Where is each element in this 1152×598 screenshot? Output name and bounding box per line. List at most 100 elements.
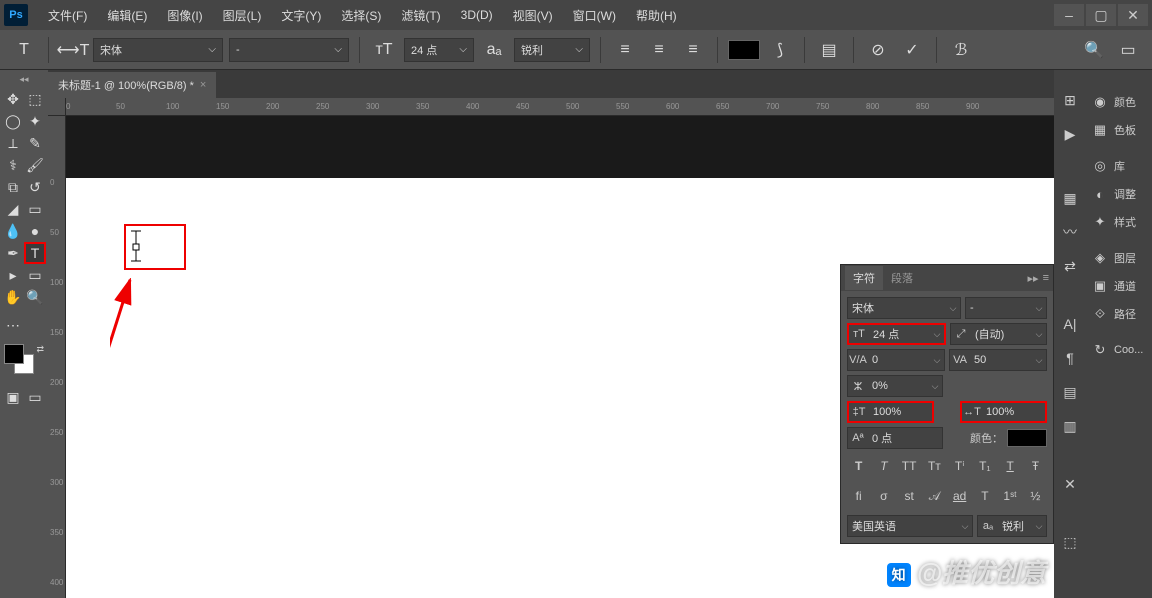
path-select-tool[interactable]: ▸ (2, 264, 24, 286)
blur-tool[interactable]: 💧 (2, 220, 24, 242)
cp-antialias[interactable]: aₐ锐利⌵ (977, 515, 1047, 537)
tool-preset-icon[interactable]: T (10, 36, 38, 64)
underline-button[interactable]: T (1001, 457, 1019, 475)
menu-view[interactable]: 视图(V) (503, 7, 563, 24)
antialias-dropdown[interactable]: 锐利 (514, 38, 590, 62)
align-left-icon[interactable]: ≡ (611, 36, 639, 64)
canvas[interactable]: 字符 段落 ▸▸ ≡ 宋体⌵ -⌵ тT24 点⌵ ⤢(自动)⌵ (66, 116, 1054, 598)
menu-layer[interactable]: 图层(L) (213, 7, 272, 24)
cp-font-family[interactable]: 宋体⌵ (847, 297, 961, 319)
edit-toolbar-icon[interactable]: ⋯ (2, 314, 24, 336)
brush-tool[interactable]: 🖌 (24, 154, 46, 176)
minimize-button[interactable]: – (1054, 4, 1084, 26)
paragraph-tab[interactable]: 段落 (883, 266, 921, 290)
play-icon[interactable]: ▶ (1058, 122, 1082, 146)
close-tab-icon[interactable]: × (200, 79, 206, 91)
quickmask-icon[interactable]: ▣ (2, 386, 24, 408)
panel-paths[interactable]: ⟐路径 (1086, 300, 1152, 328)
panel-adjustments[interactable]: ◐调整 (1086, 180, 1152, 208)
cp-vertical-scale[interactable]: ‡T100% (847, 401, 934, 423)
cp-leading[interactable]: ⤢(自动)⌵ (950, 323, 1047, 345)
maximize-button[interactable]: ▢ (1086, 4, 1116, 26)
pen-tool[interactable]: ✒ (2, 242, 24, 264)
smallcaps-button[interactable]: Tᴛ (925, 457, 943, 475)
text-color-swatch[interactable] (728, 40, 760, 60)
cancel-icon[interactable]: ⊘ (864, 36, 892, 64)
workspace-icon[interactable]: ▭ (1114, 36, 1142, 64)
panel-color[interactable]: ◉颜色 (1086, 88, 1152, 116)
panel-library[interactable]: ◎库 (1086, 152, 1152, 180)
cp-horizontal-scale[interactable]: ↔T100% (960, 401, 1047, 423)
dock-icon-4[interactable]: ▤ (1058, 380, 1082, 404)
character-tab[interactable]: 字符 (845, 266, 883, 290)
font-family-dropdown[interactable]: 宋体 (93, 38, 223, 62)
align-center-icon[interactable]: ≡ (645, 36, 673, 64)
menu-edit[interactable]: 编辑(E) (97, 7, 157, 24)
healing-tool[interactable]: ⚕ (2, 154, 24, 176)
titling-button[interactable]: ad (951, 487, 969, 505)
swash-button[interactable]: 𝒜 (925, 487, 943, 505)
font-size-dropdown[interactable]: 24 点 (404, 38, 474, 62)
cp-font-size[interactable]: тT24 点⌵ (847, 323, 946, 345)
align-right-icon[interactable]: ≡ (679, 36, 707, 64)
fractions-button[interactable]: ½ (1026, 487, 1044, 505)
cp-kerning[interactable]: V/A0⌵ (847, 349, 945, 371)
color-swatches[interactable]: ⇄ (2, 344, 46, 380)
quick-select-tool[interactable]: ✦ (24, 110, 46, 132)
oldstyle-1st-button[interactable]: 1ˢᵗ (1001, 487, 1019, 505)
menu-file[interactable]: 文件(F) (38, 7, 97, 24)
crop-tool[interactable]: ⟂ (2, 132, 24, 154)
clone-tool[interactable]: ⧉ (2, 176, 24, 198)
navigator-icon[interactable]: ⊞ (1058, 88, 1082, 112)
character-dock-icon[interactable]: A| (1058, 312, 1082, 336)
ligature-fi-button[interactable]: fi (850, 487, 868, 505)
dock-3d-icon[interactable]: ⬚ (1058, 530, 1082, 554)
menu-3d[interactable]: 3D(D) (451, 8, 503, 22)
cp-color-swatch[interactable] (1007, 429, 1047, 447)
panel-menu-icon[interactable]: ≡ (1043, 272, 1049, 285)
cp-tracking[interactable]: VA50⌵ (949, 349, 1047, 371)
subscript-button[interactable]: T₁ (976, 457, 994, 475)
foreground-color[interactable] (4, 344, 24, 364)
hand-tool[interactable]: ✋ (2, 286, 24, 308)
panel-layers[interactable]: ◈图层 (1086, 244, 1152, 272)
warp-text-icon[interactable]: ⟆ (766, 36, 794, 64)
cp-font-style[interactable]: -⌵ (965, 297, 1047, 319)
zoom-tool[interactable]: 🔍 (24, 286, 46, 308)
lasso-tool[interactable]: ◯ (2, 110, 24, 132)
panel-collapse-icon[interactable]: ▸▸ (1028, 272, 1039, 285)
commit-icon[interactable]: ✓ (898, 36, 926, 64)
allcaps-button[interactable]: TT (900, 457, 918, 475)
character-panel-icon[interactable]: ▤ (815, 36, 843, 64)
close-button[interactable]: ✕ (1118, 4, 1148, 26)
dock-icon-6[interactable]: ✕ (1058, 472, 1082, 496)
stylistic-st-button[interactable]: st (900, 487, 918, 505)
cp-baseline-shift[interactable]: Aª0 点 (847, 427, 943, 449)
shape-tool[interactable]: ▭ (24, 264, 46, 286)
panel-channels[interactable]: ▣通道 (1086, 272, 1152, 300)
text-cursor-box[interactable] (124, 224, 186, 270)
dodge-tool[interactable]: ● (24, 220, 46, 242)
dock-icon-5[interactable]: ▥ (1058, 414, 1082, 438)
panel-coo[interactable]: ↻Coo... (1086, 336, 1152, 364)
screenmode-icon[interactable]: ▭ (24, 386, 46, 408)
gradient-tool[interactable]: ▭ (24, 198, 46, 220)
panel-styles[interactable]: ✦样式 (1086, 208, 1152, 236)
eyedropper-tool[interactable]: ✎ (24, 132, 46, 154)
eraser-tool[interactable]: ◢ (2, 198, 24, 220)
toolbar-expand-icon[interactable]: ◂◂ (2, 74, 46, 88)
text-orientation-icon[interactable]: ⟷T (59, 36, 87, 64)
cp-scale-pct[interactable]: ⵣ0%⌵ (847, 375, 943, 397)
strikethrough-button[interactable]: Ŧ (1026, 457, 1044, 475)
ordinals-button[interactable]: T (976, 487, 994, 505)
cp-language[interactable]: 美国英语⌵ (847, 515, 973, 537)
move-tool[interactable]: ✥ (2, 88, 24, 110)
search-icon[interactable]: 🔍 (1080, 36, 1108, 64)
3d-icon[interactable]: ℬ (947, 36, 975, 64)
bold-button[interactable]: T (850, 457, 868, 475)
paragraph-dock-icon[interactable]: ¶ (1058, 346, 1082, 370)
panel-swatches[interactable]: ▦色板 (1086, 116, 1152, 144)
dock-icon-2[interactable]: 〰 (1058, 220, 1082, 244)
document-tab[interactable]: 未标题-1 @ 100%(RGB/8) * × (48, 72, 216, 98)
ligature-o-button[interactable]: σ (875, 487, 893, 505)
